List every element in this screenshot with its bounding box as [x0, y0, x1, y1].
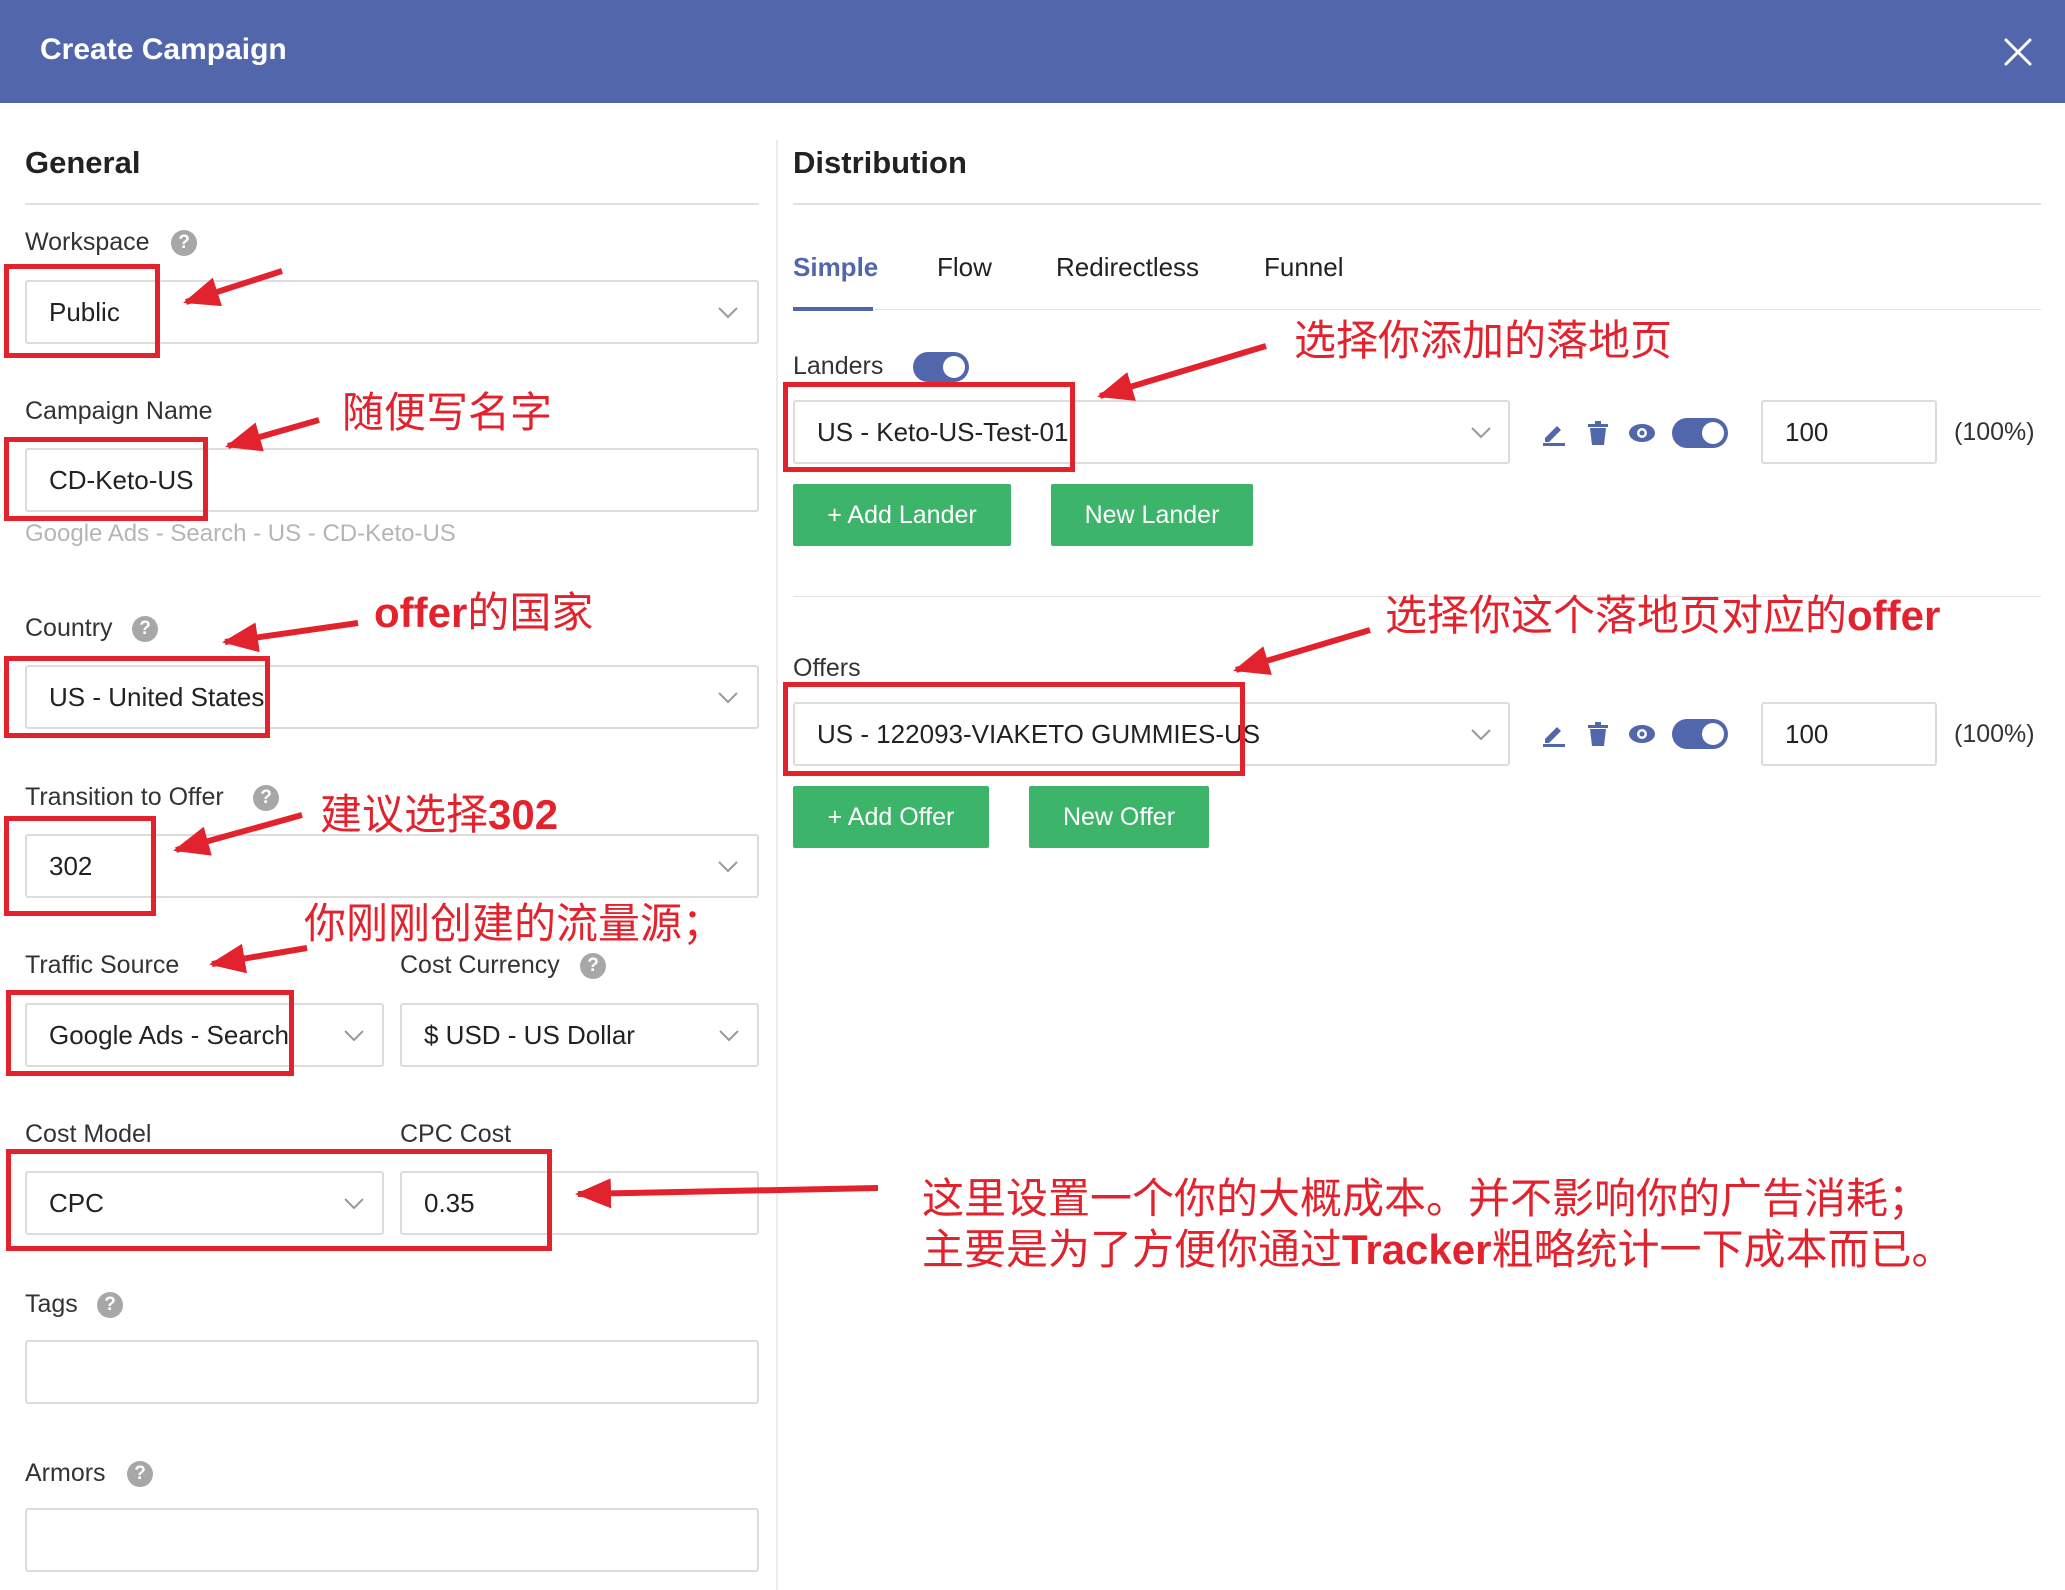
country-annotation: offer的国家 — [374, 588, 593, 638]
cost-annotation-text: 主要是为了方便你通过 — [922, 1225, 1343, 1274]
country-annotation-bold: offer — [374, 589, 468, 636]
transition-annotation-text: 建议选择 — [320, 790, 489, 839]
transition-annotation: 建议选择302 — [320, 790, 558, 840]
landers-annotation: 选择你添加的落地页 — [1294, 316, 1673, 365]
campaign-name-annotation: 随便写名字 — [342, 388, 553, 437]
annotation-arrows — [173, 268, 1371, 1209]
cost-annotation-bold: Tracker — [1342, 1226, 1492, 1273]
country-annotation-text: 的国家 — [467, 588, 594, 637]
offers-annotation-bold: offer — [1847, 592, 1941, 639]
cost-annotation-text-end: 粗略统计一下成本而已。 — [1491, 1225, 1954, 1274]
offers-annotation-text: 选择你这个落地页对应的 — [1385, 591, 1848, 640]
offers-annotation: 选择你这个落地页对应的offer — [1385, 591, 1940, 641]
transition-annotation-bold: 302 — [488, 791, 559, 838]
cost-annotation-line1: 这里设置一个你的大概成本。并不影响你的广告消耗； — [922, 1174, 1931, 1223]
traffic-source-annotation: 你刚刚创建的流量源； — [304, 899, 725, 948]
cost-annotation-line2: 主要是为了方便你通过Tracker粗略统计一下成本而已。 — [922, 1225, 1954, 1275]
